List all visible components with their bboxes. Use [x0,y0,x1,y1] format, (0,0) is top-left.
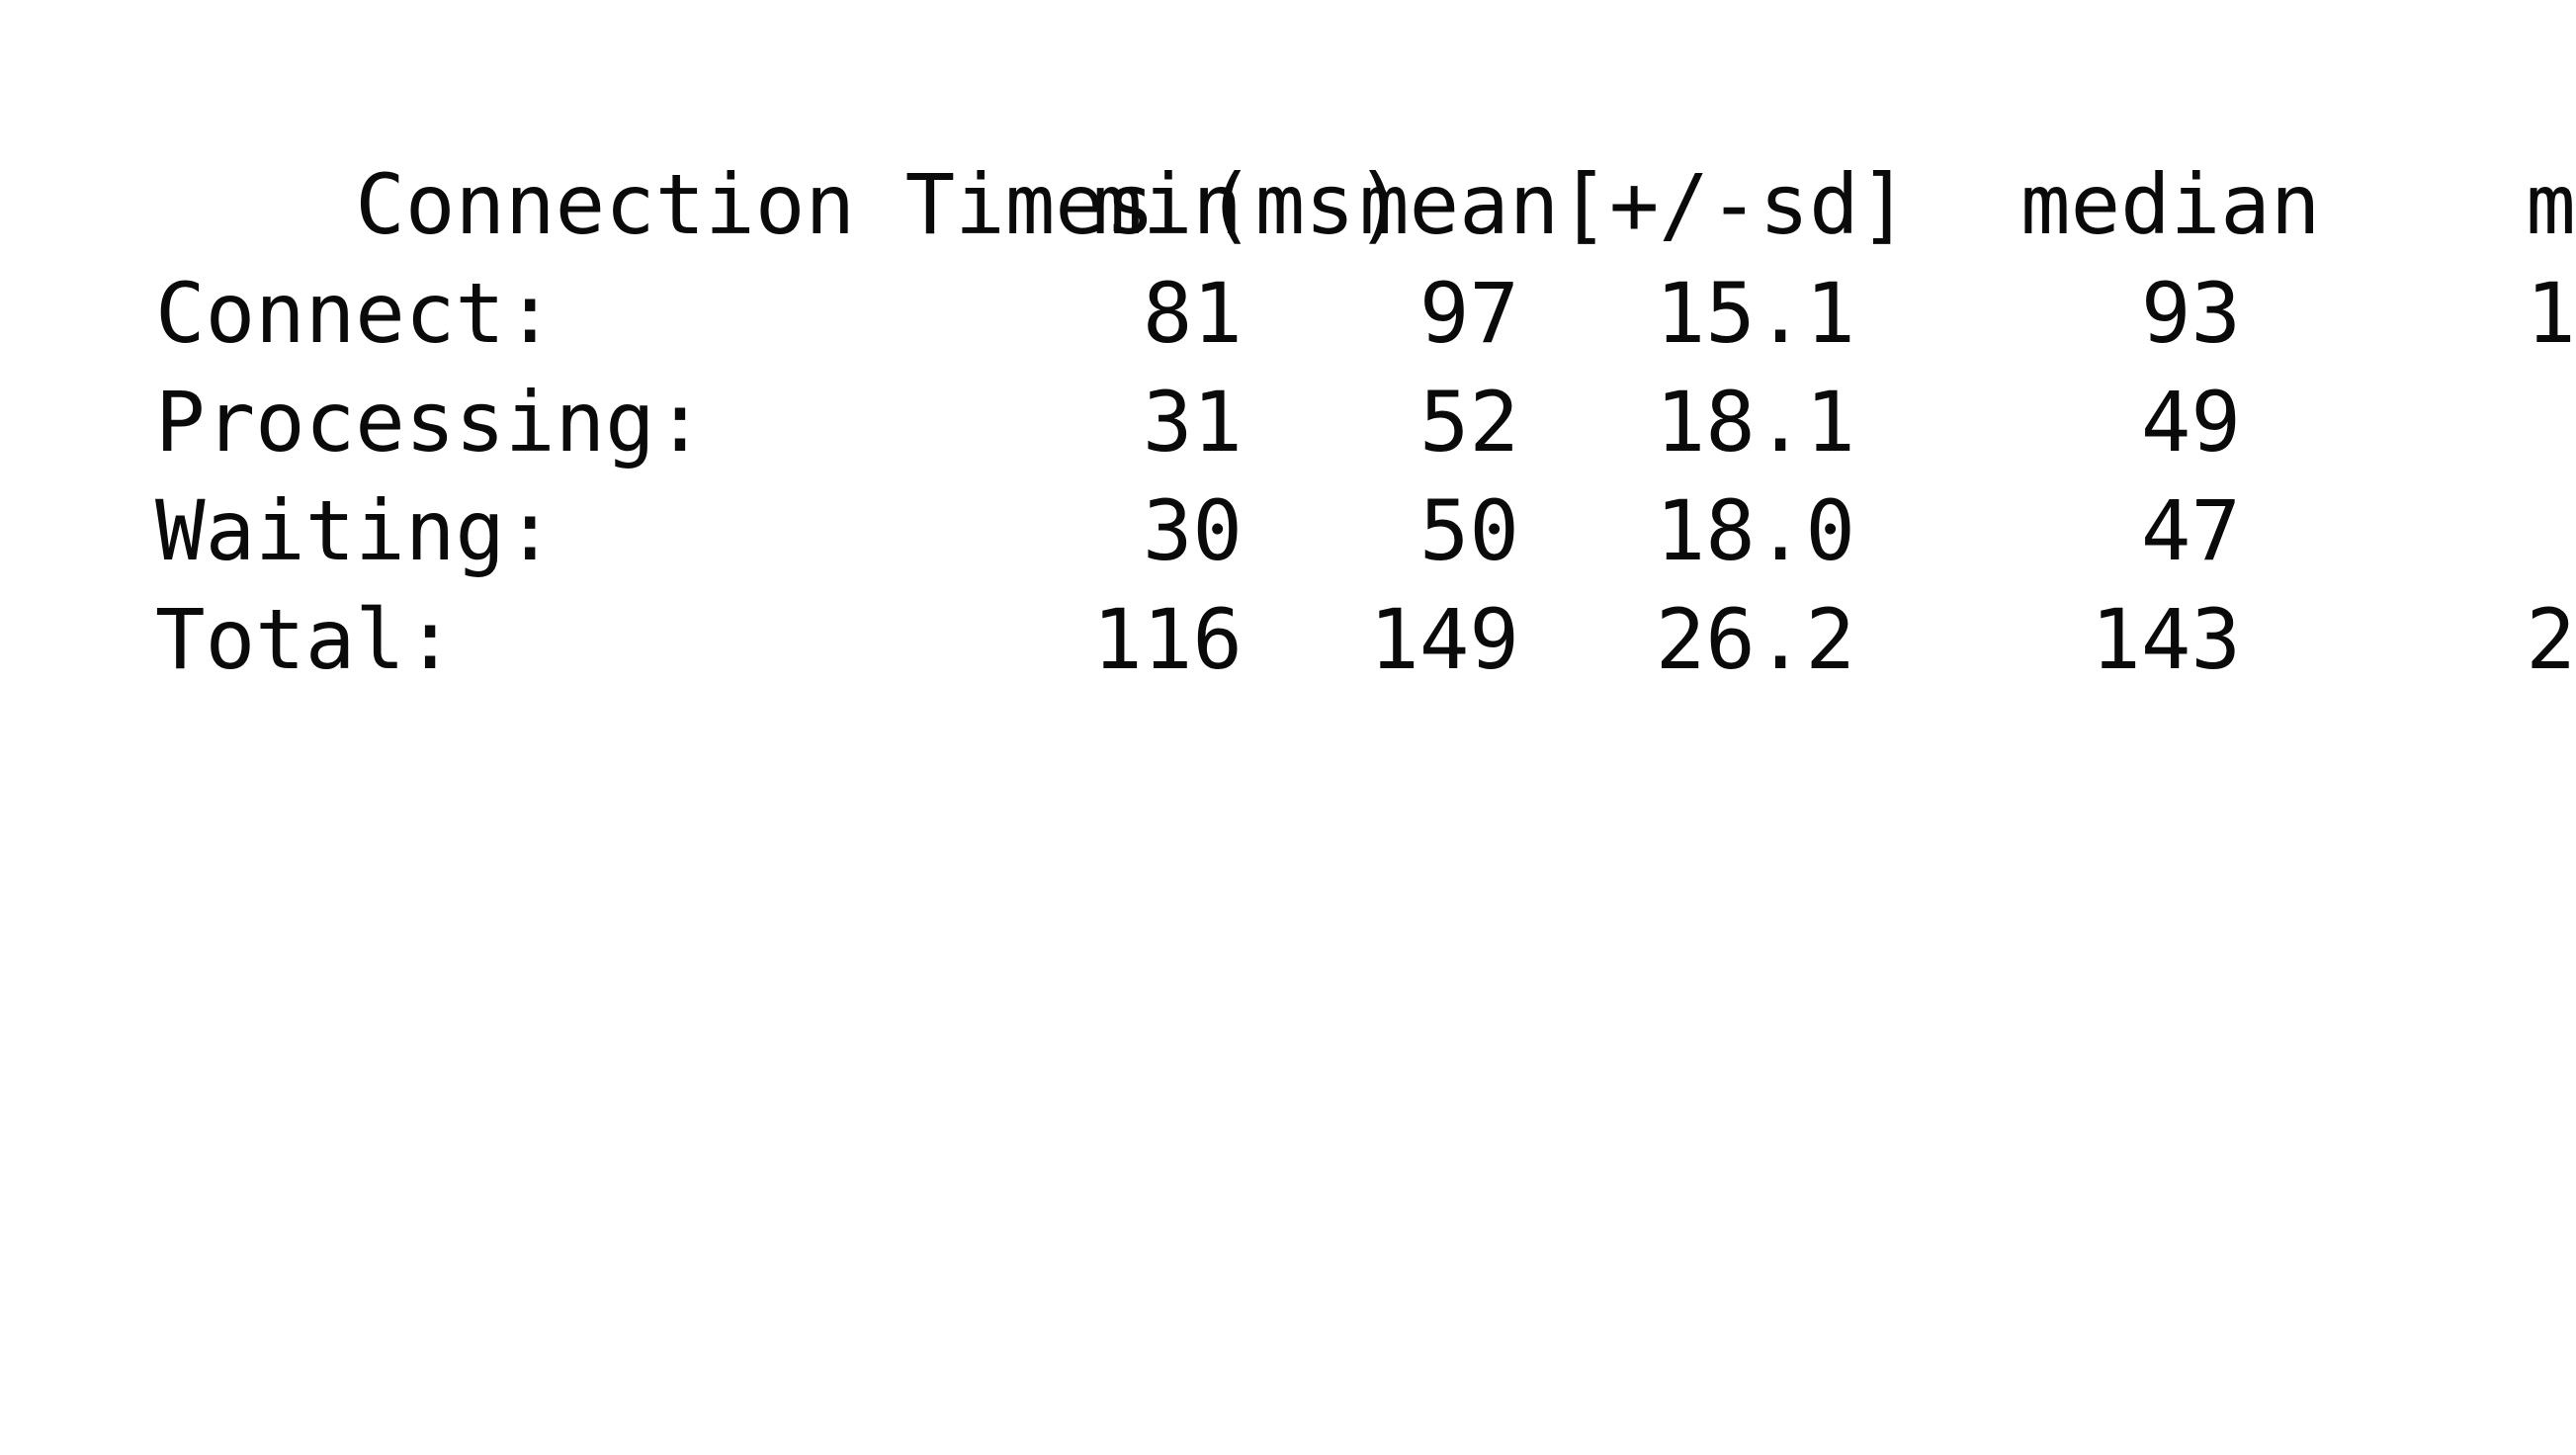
cell-median: 49 [2140,374,2241,471]
header-min: min [1092,156,1243,253]
table-title-line: Connection Times (ms) [155,42,1405,253]
table-row: Connect: 81 97 15.1 93 155 [155,259,2576,368]
header-mean-sd: mean[+/-sd] [1359,156,1910,253]
header-max: max [2526,156,2576,253]
cell-max: 155 [2526,265,2576,362]
cell-median: 47 [2140,482,2241,579]
cell-mean: 149 [1369,591,1519,688]
cell-sd: 18.1 [1655,374,1855,471]
cell-min: 31 [1142,374,1243,471]
cell-mean: 97 [1418,265,1519,362]
table-row: Total: 116 149 26.2 143 245 [155,585,2576,694]
cell-median: 93 [2140,265,2241,362]
cell-mean: 50 [1418,482,1519,579]
row-label: Total: [155,591,456,688]
header-row: min mean[+/-sd] median max [155,150,2576,259]
cell-min: 30 [1142,482,1243,579]
table-row: Waiting: 30 50 18.0 47 95 [155,476,2576,585]
cell-min: 81 [1142,265,1243,362]
row-label: Waiting: [155,482,556,579]
cell-max: 97 [2340,368,2576,476]
cell-max: 95 [2340,476,2576,585]
row-label: Processing: [155,374,706,471]
cell-sd: 15.1 [1655,265,1855,362]
cell-min: 116 [1092,591,1243,688]
row-label: Connect: [155,265,556,362]
cell-max: 245 [2526,591,2576,688]
table-row: Processing: 31 52 18.1 49 97 [155,368,2576,476]
cell-sd: 26.2 [1655,591,1855,688]
cell-median: 143 [2091,591,2241,688]
cell-sd: 18.0 [1655,482,1855,579]
terminal-output: Connection Times (ms) min mean[+/-sd] me… [0,0,2576,761]
cell-mean: 52 [1418,374,1519,471]
